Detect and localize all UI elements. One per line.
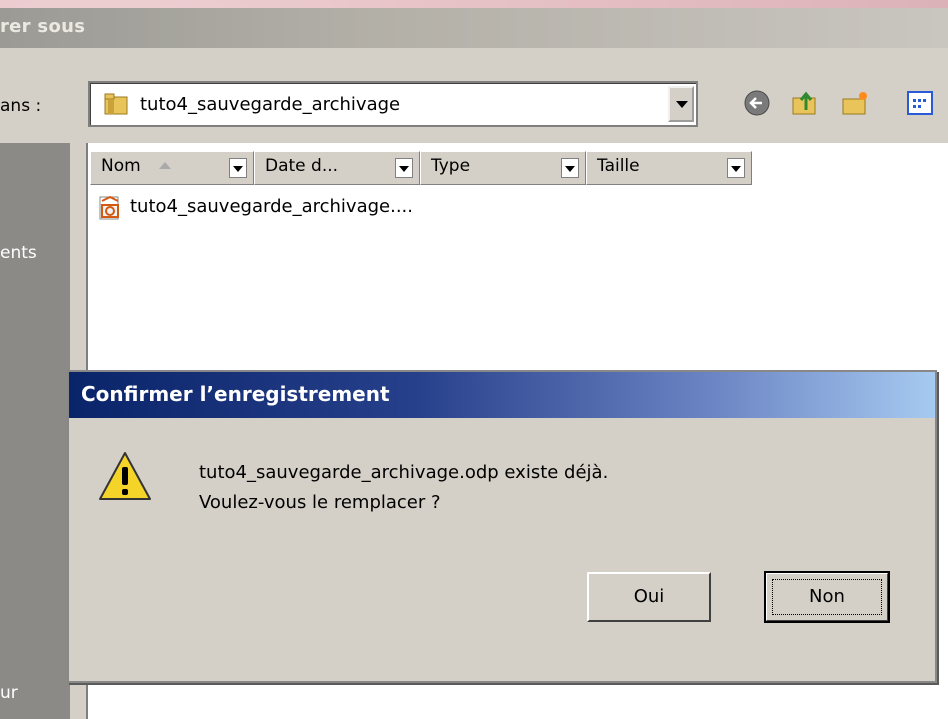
dialog-titlebar[interactable]: Confirmer l’enregistrement: [69, 372, 935, 418]
current-folder-name: tuto4_sauvegarde_archivage: [140, 94, 401, 115]
confirm-save-dialog: Confirmer l’enregistrement tuto4_sauvega…: [67, 370, 937, 683]
window-titlebar[interactable]: rer sous: [0, 8, 948, 48]
dialog-message-line1: tuto4_sauvegarde_archivage.odp existe dé…: [199, 462, 609, 483]
back-icon[interactable]: [742, 88, 772, 118]
column-size-label: Taille: [597, 156, 640, 176]
column-header-name[interactable]: Nom: [90, 151, 254, 185]
dialog-message-line2: Voulez-vous le remplacer ?: [199, 492, 441, 513]
column-date-label: Date d...: [265, 156, 339, 176]
look-in-label: ans :: [0, 96, 42, 116]
combo-dropdown-button[interactable]: [668, 86, 694, 122]
column-name-label: Nom: [101, 156, 141, 176]
window-title: rer sous: [0, 16, 86, 37]
column-dropdown-icon[interactable]: [395, 158, 413, 178]
yes-button[interactable]: Oui: [587, 572, 711, 622]
column-header-date[interactable]: Date d...: [254, 151, 420, 185]
sort-ascending-icon: [158, 162, 171, 169]
dialog-title: Confirmer l’enregistrement: [81, 382, 390, 406]
column-dropdown-icon[interactable]: [229, 158, 247, 178]
column-type-label: Type: [431, 156, 471, 176]
new-folder-icon[interactable]: [840, 88, 870, 118]
no-button[interactable]: Non: [764, 571, 890, 623]
look-in-combobox[interactable]: tuto4_sauvegarde_archivage: [88, 81, 698, 127]
warning-icon: [99, 452, 151, 500]
column-dropdown-icon[interactable]: [561, 158, 579, 178]
openoffice-impress-file-icon: [99, 195, 119, 220]
places-item-computer[interactable]: ur: [0, 683, 18, 703]
column-header-type[interactable]: Type: [420, 151, 586, 185]
column-dropdown-icon[interactable]: [727, 158, 745, 178]
column-header-size[interactable]: Taille: [586, 151, 752, 185]
view-menu-icon[interactable]: [905, 88, 935, 118]
file-name: tuto4_sauvegarde_archivage....: [130, 196, 413, 217]
folder-icon: [104, 93, 128, 115]
places-bar: ents ur: [0, 143, 70, 719]
up-folder-icon[interactable]: [790, 88, 820, 118]
places-item-documents[interactable]: ents: [0, 243, 37, 263]
